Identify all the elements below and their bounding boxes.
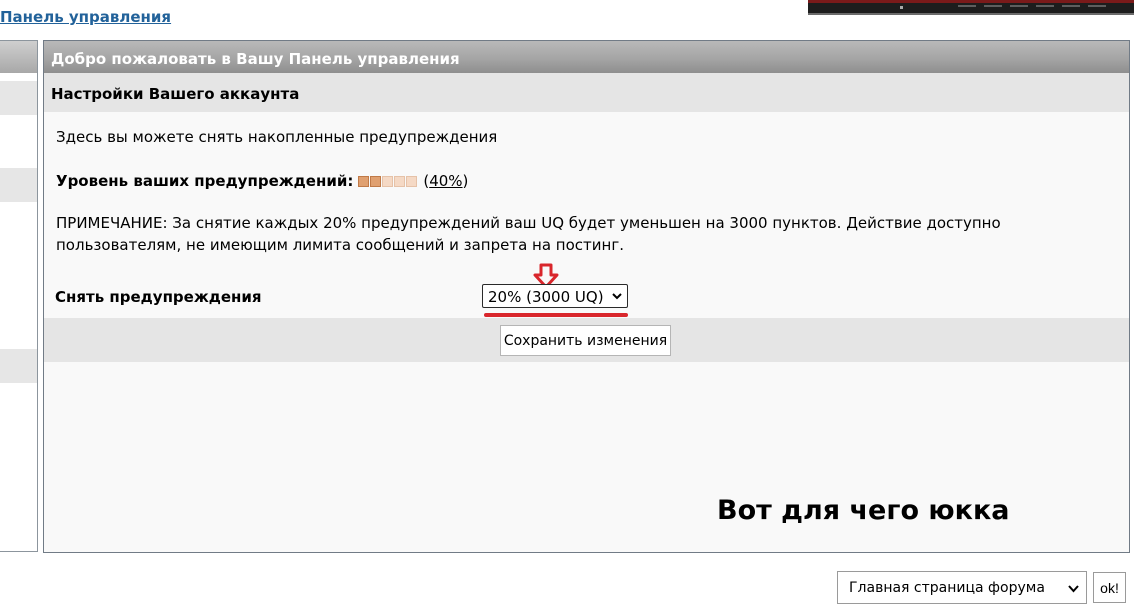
warning-level-square	[358, 175, 370, 187]
sidebar-band	[0, 81, 37, 115]
save-band: Сохранить изменения	[44, 318, 1129, 362]
warning-level-square	[370, 175, 382, 187]
note-text: ПРИМЕЧАНИЕ: За снятие каждых 20% предупр…	[56, 214, 1001, 254]
left-sidebar	[0, 40, 38, 552]
control-panel-link[interactable]: Панель управления	[0, 8, 171, 26]
sidebar-band	[0, 168, 37, 202]
warning-level-square	[406, 175, 418, 187]
thumbnail-bar	[808, 0, 1134, 3]
ok-button[interactable]: ok!	[1093, 572, 1126, 603]
chevron-down-icon	[1068, 585, 1079, 593]
warning-level-row: Уровень ваших предупреждений: (40%)	[56, 170, 1117, 192]
chevron-down-icon	[612, 293, 622, 300]
panel-header: Добро пожаловать в Вашу Панель управлени…	[44, 41, 1129, 73]
screenshot-thumbnail	[808, 0, 1134, 15]
save-changes-button[interactable]: Сохранить изменения	[500, 325, 671, 356]
remove-warnings-select[interactable]: 20% (3000 UQ)	[482, 284, 628, 308]
remove-warnings-row: Снять предупреждения 20% (3000 UQ)	[44, 256, 1129, 317]
warning-level-paren-close: )	[462, 172, 469, 190]
warning-level-square	[382, 175, 394, 187]
control-panel: Добро пожаловать в Вашу Панель управлени…	[43, 40, 1130, 553]
warning-level-meter	[358, 175, 418, 187]
forum-jump-select[interactable]: Главная страница форума	[837, 571, 1087, 604]
warning-level-square	[394, 175, 406, 187]
caption-text: Вот для чего юкка	[717, 495, 1010, 526]
forum-jump-select-value: Главная страница форума	[849, 579, 1045, 596]
panel-content: Здесь вы можете снять накопленные предуп…	[44, 126, 1129, 256]
section-title: Настройки Вашего аккаунта	[44, 73, 1129, 112]
sidebar-band	[0, 349, 37, 383]
remove-warnings-select-value: 20% (3000 UQ)	[488, 287, 604, 306]
thumbnail-cursor	[900, 6, 903, 9]
warning-level-label: Уровень ваших предупреждений:	[56, 172, 354, 190]
red-underline-annotation	[484, 313, 628, 317]
intro-text: Здесь вы можете снять накопленные предуп…	[56, 128, 498, 146]
thumbnail-nav	[958, 5, 1106, 7]
remove-warnings-label: Снять предупреждения	[55, 288, 262, 306]
sidebar-header	[0, 41, 37, 73]
warning-level-percent-link[interactable]: 40%	[429, 170, 462, 192]
